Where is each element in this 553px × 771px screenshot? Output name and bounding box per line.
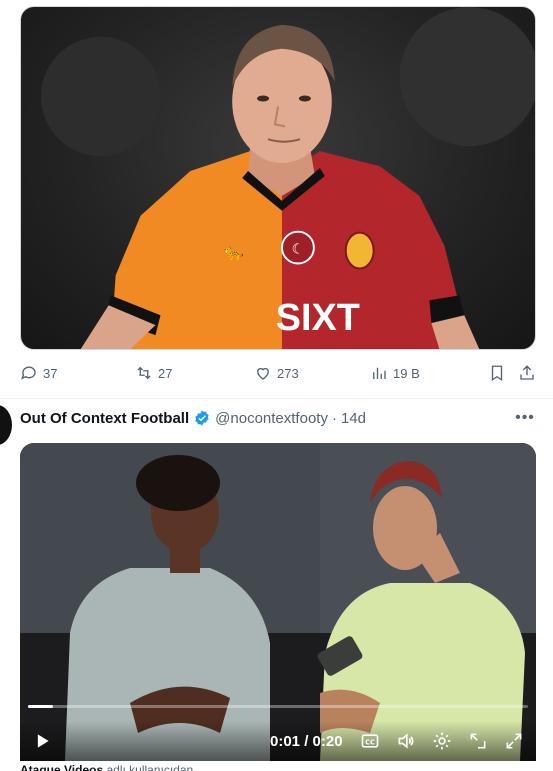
captions-icon: CC (361, 734, 379, 748)
video-time-separator: / (300, 732, 313, 750)
video-frame (20, 443, 536, 761)
separator-dot: · (331, 409, 337, 427)
views-button[interactable]: 19 B (370, 364, 420, 382)
video-duration: 0:20 (312, 732, 343, 750)
like-button[interactable]: 273 (254, 364, 299, 382)
video-time: 0:01 / 0:20 (270, 733, 343, 750)
volume-button[interactable] (396, 731, 416, 751)
views-icon (373, 367, 386, 379)
heart-icon (257, 367, 269, 380)
video-progress-bar[interactable] (28, 705, 528, 708)
svg-text:CC: CC (365, 738, 375, 746)
video-right-controls: CC (360, 731, 524, 751)
play-button[interactable] (32, 731, 52, 751)
display-name[interactable]: Out Of Context Football (20, 410, 189, 427)
share-icon (520, 365, 534, 380)
bookmark-button[interactable] (488, 364, 506, 382)
retweet-count: 27 (158, 365, 173, 381)
attribution-source[interactable]: Ataque Videos (20, 763, 103, 771)
post-header: Out Of Context Football @nocontextfooty … (20, 408, 366, 428)
avatar[interactable] (0, 405, 12, 445)
more-icon: ••• (515, 409, 535, 426)
video-attribution: Ataque Videos adlı kullanıcıdan (20, 763, 193, 771)
like-count: 273 (277, 365, 299, 381)
reply-count: 37 (43, 365, 58, 381)
post-divider (0, 398, 553, 399)
reply-icon (21, 366, 36, 380)
captions-button[interactable]: CC (360, 731, 380, 751)
share-button[interactable] (518, 364, 536, 382)
post-image[interactable]: ☾ 🐆 SIXT (20, 6, 536, 350)
volume-icon (398, 733, 414, 749)
fullscreen-button[interactable] (504, 731, 524, 751)
video-controls: 0:01 / 0:20 CC (20, 721, 536, 761)
video-progress-fill (28, 705, 53, 708)
retweet-icon (137, 366, 151, 380)
views-count: 19 B (393, 365, 420, 381)
svg-text:☾: ☾ (292, 242, 304, 258)
play-icon (37, 734, 49, 748)
post-time[interactable]: 14d (341, 410, 366, 427)
svg-text:🐆: 🐆 (224, 243, 244, 262)
attribution-text: adlı kullanıcıdan (103, 763, 194, 771)
retweet-button[interactable]: 27 (135, 364, 172, 382)
reply-button[interactable]: 37 (20, 364, 57, 382)
picture-in-picture-icon (470, 733, 486, 749)
shirt-sponsor: SIXT (276, 297, 360, 339)
handle[interactable]: @nocontextfooty (215, 410, 328, 427)
pip-button[interactable] (468, 731, 488, 751)
fullscreen-icon (506, 733, 522, 749)
gear-icon (433, 732, 451, 750)
more-options-button[interactable]: ••• (515, 408, 535, 428)
post-action-bar: 37 27 273 19 B (20, 361, 536, 385)
settings-button[interactable] (432, 731, 452, 751)
verified-badge-icon (195, 410, 209, 426)
player-photo: ☾ 🐆 SIXT (40, 7, 535, 349)
video-player[interactable]: 0:01 / 0:20 CC (20, 443, 536, 761)
video-current-time: 0:01 (270, 732, 301, 750)
bookmark-icon (491, 365, 503, 382)
